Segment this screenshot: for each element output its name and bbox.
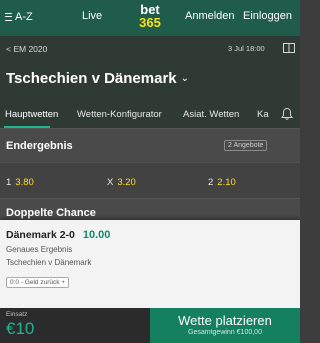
stake-value: €10 xyxy=(6,319,35,338)
offers-badge[interactable]: 2 Angebote xyxy=(224,140,268,151)
tab-wetten-konfigurator[interactable]: Wetten-Konfigurator xyxy=(77,109,162,120)
cashout-offer-button[interactable]: 0:0 - Geld zurück + xyxy=(6,277,70,288)
tab-hauptwetten[interactable]: Hauptwetten xyxy=(5,109,58,120)
odds-price: 3.20 xyxy=(117,177,136,188)
logo-text-365: 365 xyxy=(139,15,161,30)
stats-icon[interactable] xyxy=(283,43,295,53)
einloggen-button[interactable]: Einloggen xyxy=(243,10,292,22)
odds-label: 2 xyxy=(208,177,214,188)
market-header-doppelte-chance[interactable]: Doppelte Chance xyxy=(0,198,300,222)
odds-home[interactable]: 1 3.80 xyxy=(6,177,34,188)
breadcrumb-label: EM 2020 xyxy=(13,44,48,54)
breadcrumb[interactable]: < EM 2020 xyxy=(6,44,47,54)
event-date: 3 Jul 18:00 xyxy=(228,44,265,53)
place-bet-button[interactable]: Wette platzieren Gesamtgewinn €100,00 xyxy=(150,308,300,343)
bet365-logo[interactable]: bet 365 xyxy=(132,3,168,33)
selection-name: Dänemark 2-0 xyxy=(6,229,75,241)
betslip-selection: Dänemark 2-0 10.00 xyxy=(6,229,110,241)
stake-label: Einsatz xyxy=(6,311,28,318)
bet-bottom-bar: Einsatz €10 Wette platzieren Gesamtgewin… xyxy=(0,308,300,343)
odds-label: X xyxy=(107,177,114,188)
back-chevron-icon: < xyxy=(6,44,11,54)
selection-market: Genaues Ergebnis xyxy=(6,245,73,254)
menu-icon xyxy=(5,13,12,21)
tab-asiat-wetten[interactable]: Asiat. Wetten xyxy=(183,109,239,120)
selection-event: Tschechien v Dänemark xyxy=(6,258,92,267)
place-bet-label: Wette platzieren xyxy=(178,313,272,328)
selection-odds: 10.00 xyxy=(82,229,111,241)
event-title: Tschechien v Dänemark xyxy=(6,70,177,87)
market-header-endergebnis[interactable]: Endergebnis 2 Angebote xyxy=(0,128,300,162)
anmelden-button[interactable]: Anmelden xyxy=(185,10,235,22)
odds-row: 1 3.80 X 3.20 2 2.10 xyxy=(0,162,300,198)
top-bar: A-Z Live bet 365 Anmelden Einloggen xyxy=(0,0,300,36)
market-name: Doppelte Chance xyxy=(6,207,96,219)
a-z-menu-button[interactable]: A-Z xyxy=(5,9,33,25)
total-return: Gesamtgewinn €100,00 xyxy=(188,329,262,336)
event-title-selector[interactable]: Tschechien v Dänemark ⌄ xyxy=(6,70,189,87)
a-z-label: A-Z xyxy=(15,11,33,23)
chevron-down-icon: ⌄ xyxy=(180,73,190,84)
live-link[interactable]: Live xyxy=(82,10,102,22)
odds-price: 2.10 xyxy=(217,177,236,188)
odds-price: 3.80 xyxy=(15,177,34,188)
odds-away[interactable]: 2 2.10 xyxy=(208,177,236,188)
event-header: < EM 2020 3 Jul 18:00 Tschechien v Dänem… xyxy=(0,36,300,128)
tab-ka[interactable]: Ka xyxy=(257,109,269,120)
odds-label: 1 xyxy=(6,177,12,188)
odds-draw[interactable]: X 3.20 xyxy=(107,177,136,188)
stake-input[interactable]: Einsatz €10 xyxy=(0,308,150,343)
betslip: Dänemark 2-0 10.00 Genaues Ergebnis Tsche… xyxy=(0,220,300,308)
market-tabs: Hauptwetten Wetten-Konfigurator Asiat. W… xyxy=(0,104,300,128)
bell-icon[interactable] xyxy=(280,107,294,121)
app-root: A-Z Live bet 365 Anmelden Einloggen < EM… xyxy=(0,0,300,343)
market-name: Endergebnis xyxy=(6,140,73,152)
